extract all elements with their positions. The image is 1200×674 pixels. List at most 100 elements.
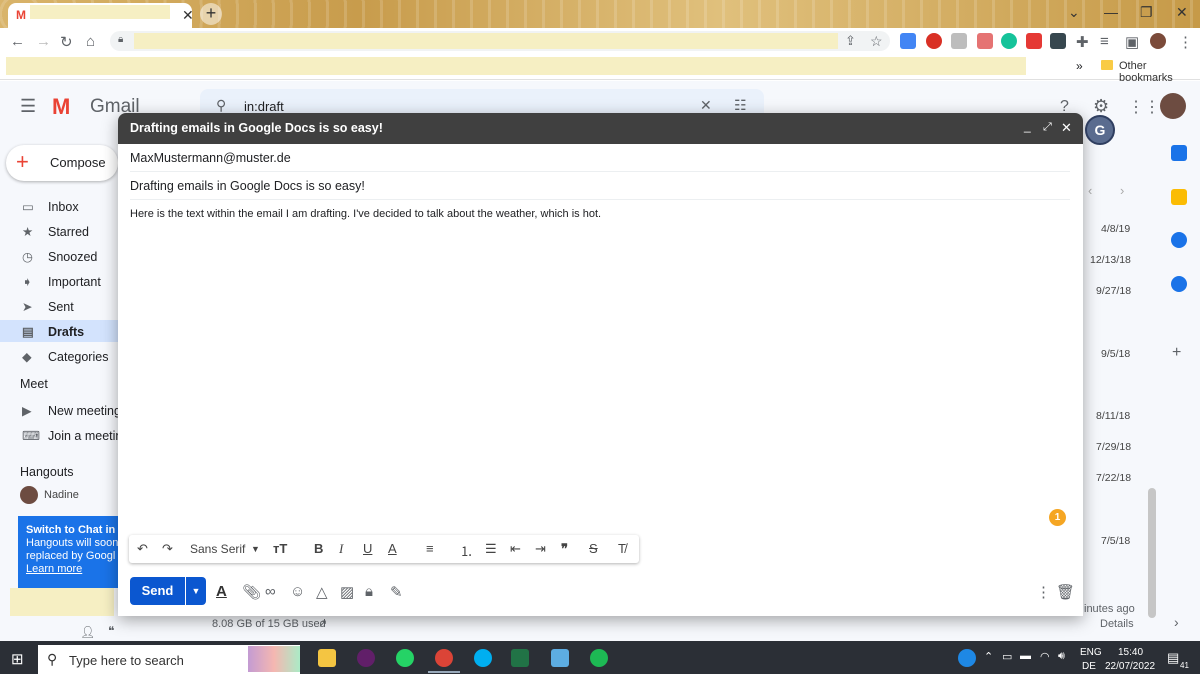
extension-icon[interactable] xyxy=(951,33,967,49)
compose-header[interactable]: Drafting emails in Google Docs is so eas… xyxy=(118,113,1083,144)
browser-menu-icon[interactable]: ⋮ xyxy=(1178,33,1193,51)
link-icon[interactable]: ∞ xyxy=(265,583,276,600)
minimize-window-icon[interactable]: — xyxy=(1104,4,1118,20)
hangouts-user[interactable]: Nadine xyxy=(44,489,79,501)
more-options-icon[interactable]: ⋮ xyxy=(1036,583,1051,601)
reading-list-icon[interactable]: ≡ xyxy=(1100,33,1109,50)
whatsapp-icon[interactable] xyxy=(396,649,414,667)
adblock-extension-icon[interactable] xyxy=(926,33,942,49)
nav-snoozed[interactable]: ◷ Snoozed xyxy=(22,249,97,264)
translate-extension-icon[interactable] xyxy=(900,33,916,49)
battery-icon[interactable]: ▬ xyxy=(1020,650,1031,662)
close-window-icon[interactable]: ✕ xyxy=(1176,4,1188,21)
underline-icon[interactable]: U xyxy=(363,541,372,556)
skype-icon[interactable] xyxy=(474,649,492,667)
restore-window-icon[interactable]: ❐ xyxy=(1140,4,1153,21)
profile-avatar[interactable] xyxy=(1150,33,1166,49)
strikethrough-icon[interactable]: S xyxy=(589,541,598,556)
quote-icon[interactable]: ❞ xyxy=(561,541,568,557)
compose-button[interactable]: + Compose xyxy=(6,145,118,181)
add-addon-icon[interactable]: + xyxy=(1172,344,1181,362)
file-explorer-icon[interactable] xyxy=(318,649,336,667)
numbered-list-icon[interactable]: ⒈ xyxy=(460,541,473,560)
gmail-logo-icon[interactable]: M xyxy=(52,94,70,120)
account-avatar[interactable] xyxy=(1160,93,1186,119)
settings-gear-icon[interactable]: ⚙ xyxy=(1093,96,1109,117)
extension-icon[interactable] xyxy=(1026,33,1042,49)
person-icon[interactable]: 👤︎ xyxy=(80,625,95,639)
bookmark-star-icon[interactable]: ☆ xyxy=(870,33,883,50)
excel-icon[interactable] xyxy=(511,649,529,667)
search-icon[interactable]: ⚲ xyxy=(216,97,226,114)
tab-search-icon[interactable]: ⌄ xyxy=(1068,4,1080,21)
details-link[interactable]: Details xyxy=(1100,618,1134,630)
help-tray-icon[interactable] xyxy=(958,649,976,667)
subject-field[interactable]: Drafting emails in Google Docs is so eas… xyxy=(130,179,365,193)
wifi-icon[interactable]: ◠ xyxy=(1040,650,1050,663)
forward-icon[interactable]: → xyxy=(36,33,51,50)
nav-sent[interactable]: ➤ Sent xyxy=(22,299,74,314)
fullscreen-compose-icon[interactable]: ⤢ xyxy=(1043,121,1052,134)
extension-icon[interactable] xyxy=(977,33,993,49)
formatting-options-icon[interactable]: A xyxy=(216,583,227,600)
indent-less-icon[interactable]: ⇤ xyxy=(510,541,521,557)
drive-icon[interactable]: △ xyxy=(316,583,328,601)
contacts-icon[interactable] xyxy=(1171,276,1187,292)
hangouts-quote-icon[interactable]: ❝ xyxy=(108,624,114,638)
hide-panel-icon[interactable]: › xyxy=(1174,614,1179,630)
clock-time[interactable]: 15:40 xyxy=(1118,647,1143,658)
language-top[interactable]: ENG xyxy=(1080,647,1102,658)
send-options-button[interactable]: ▼ xyxy=(186,577,206,605)
slack-icon[interactable] xyxy=(357,649,375,667)
nav-inbox[interactable]: ▭ Inbox xyxy=(22,199,79,214)
indent-more-icon[interactable]: ⇥ xyxy=(535,541,546,557)
apps-grid-icon[interactable]: ⋮⋮ xyxy=(1128,97,1160,117)
close-tab-icon[interactable]: ✕ xyxy=(182,7,194,24)
grammarly-extension-icon[interactable] xyxy=(1001,33,1017,49)
side-panel-icon[interactable]: ▣ xyxy=(1125,33,1139,51)
text-color-icon[interactable]: A xyxy=(388,541,397,556)
extension-icon[interactable] xyxy=(1050,33,1066,49)
undo-icon[interactable]: ↶ xyxy=(137,541,148,557)
search-input[interactable]: in:draft xyxy=(244,99,284,114)
back-icon[interactable]: ← xyxy=(10,33,25,50)
language-bottom[interactable]: DE xyxy=(1082,661,1096,672)
bookmarks-overflow-icon[interactable]: » xyxy=(1076,59,1083,73)
emoji-icon[interactable]: ☺ xyxy=(290,583,305,600)
new-tab-button[interactable]: + xyxy=(200,3,222,25)
nav-categories[interactable]: ◆ Categories xyxy=(22,349,108,364)
share-icon[interactable]: ⇪ xyxy=(845,33,856,49)
search-options-icon[interactable]: ☷ xyxy=(734,97,747,114)
app-icon[interactable] xyxy=(551,649,569,667)
lock-icon[interactable]: 🔒︎ xyxy=(118,34,123,45)
reload-icon[interactable]: ↻ xyxy=(60,33,73,51)
spotify-icon[interactable] xyxy=(590,649,608,667)
photo-icon[interactable]: ▨ xyxy=(340,583,354,601)
nav-drafts[interactable]: ▤ Drafts xyxy=(22,324,84,339)
open-storage-icon[interactable]: ↗ xyxy=(318,617,327,630)
clock-date[interactable]: 22/07/2022 xyxy=(1105,661,1155,672)
clear-search-icon[interactable]: ✕ xyxy=(700,97,712,114)
volume-icon[interactable]: 🔊︎ xyxy=(1058,650,1065,663)
search-bar[interactable] xyxy=(200,89,764,115)
nav-important[interactable]: ➧ Important xyxy=(22,274,101,289)
keep-icon[interactable] xyxy=(1171,189,1187,205)
learn-more-link[interactable]: Learn more xyxy=(26,563,118,576)
main-menu-icon[interactable]: ☰ xyxy=(20,96,36,117)
grammarly-icon[interactable]: G xyxy=(1085,115,1115,145)
signature-pen-icon[interactable]: ✎ xyxy=(390,583,403,601)
bulleted-list-icon[interactable]: ☰ xyxy=(485,541,497,557)
tray-chevron-icon[interactable]: ⌃ xyxy=(984,650,993,663)
font-size-icon[interactable]: тT xyxy=(273,541,287,556)
calendar-icon[interactable] xyxy=(1171,145,1187,161)
remove-formatting-icon[interactable]: T̸ xyxy=(618,541,626,556)
attach-icon[interactable]: 📎︎ xyxy=(242,583,261,601)
grammarly-badge[interactable]: 1 xyxy=(1049,509,1066,526)
newer-page-icon[interactable]: › xyxy=(1120,183,1124,198)
send-button[interactable]: Send xyxy=(130,577,185,605)
dropdown-arrow-icon[interactable]: ▼ xyxy=(251,544,260,554)
to-field[interactable]: MaxMustermann@muster.de xyxy=(130,151,291,165)
discard-draft-icon[interactable]: 🗑︎ xyxy=(1056,583,1075,601)
older-page-icon[interactable]: ‹ xyxy=(1088,183,1092,198)
tasks-icon[interactable] xyxy=(1171,232,1187,248)
